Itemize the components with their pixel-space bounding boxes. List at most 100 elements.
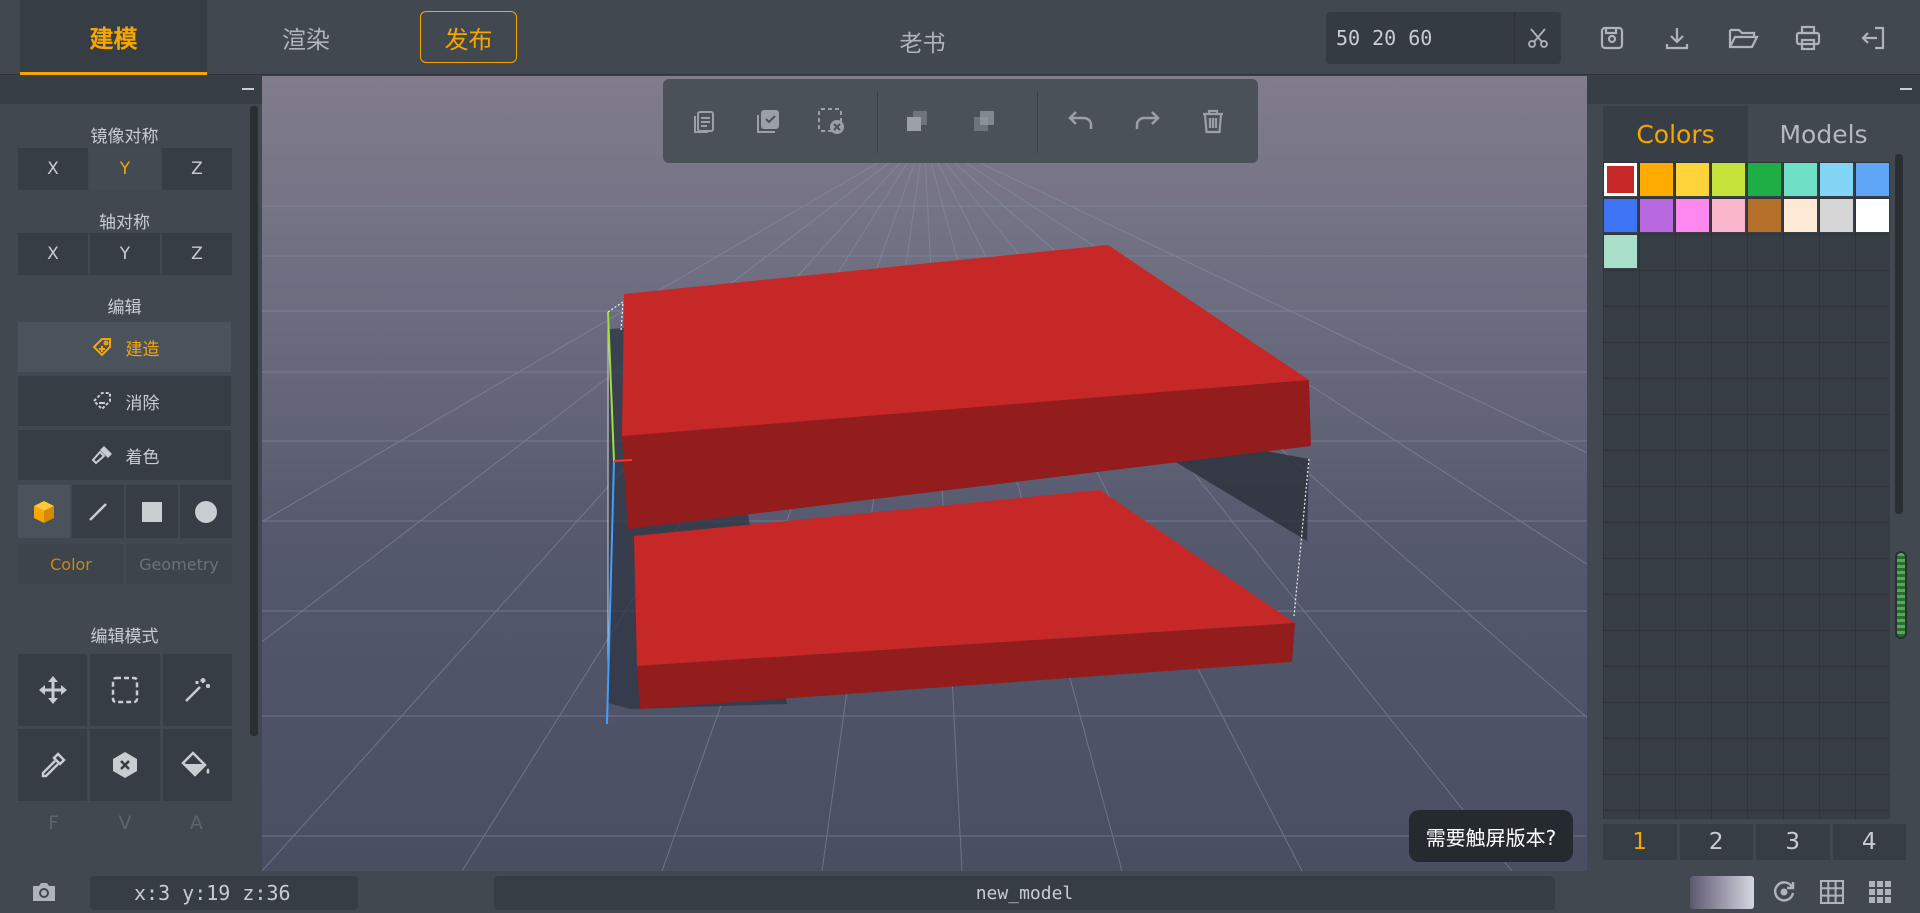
- paste-button[interactable]: [747, 100, 789, 142]
- build-button[interactable]: 建造: [18, 322, 231, 372]
- clear-selection-button[interactable]: [810, 100, 852, 142]
- right-panel-header: [1587, 76, 1920, 104]
- fill-bucket-mode-button[interactable]: [162, 729, 232, 801]
- color-swatch[interactable]: [1640, 163, 1673, 196]
- undo-icon: [1066, 106, 1096, 136]
- copy-button[interactable]: [683, 100, 725, 142]
- redo-icon: [1132, 106, 1162, 136]
- select-box-mode-button[interactable]: [90, 654, 160, 726]
- color-swatch[interactable]: [1640, 199, 1673, 232]
- palette-pages: 1 2 3 4: [1603, 824, 1906, 860]
- tab-render[interactable]: 渲染: [210, 0, 402, 75]
- 3d-viewport[interactable]: 需要触屏版本?: [262, 76, 1587, 871]
- document-title: 老书: [899, 31, 946, 57]
- open-folder-icon[interactable]: [1723, 18, 1763, 58]
- color-swatch[interactable]: [1820, 199, 1853, 232]
- color-swatch[interactable]: [1604, 199, 1637, 232]
- color-swatch[interactable]: [1784, 163, 1817, 196]
- page-button-2[interactable]: 2: [1679, 824, 1753, 860]
- red-model[interactable]: [607, 245, 1311, 709]
- background-color-swatch[interactable]: [1690, 876, 1754, 909]
- bring-front-button[interactable]: [896, 100, 938, 142]
- mirror-z-button[interactable]: Z: [162, 148, 232, 190]
- floor-grid: [262, 135, 1587, 871]
- collapse-icon[interactable]: [242, 88, 254, 90]
- right-scrollbar[interactable]: [1895, 154, 1903, 514]
- color-swatch[interactable]: [1856, 199, 1889, 232]
- color-swatch[interactable]: [1676, 199, 1709, 232]
- cut-button[interactable]: [1514, 12, 1560, 64]
- delete-hex-mode-button[interactable]: [90, 729, 160, 801]
- edit-section-title: 编辑: [107, 298, 142, 318]
- tab-colors[interactable]: Colors: [1603, 106, 1748, 162]
- print-icon[interactable]: [1788, 18, 1828, 58]
- select-box-icon: [110, 675, 140, 705]
- axis-y-button[interactable]: Y: [90, 233, 160, 275]
- fill-bucket-icon: [181, 750, 213, 780]
- eyedropper-mode-button[interactable]: [18, 729, 88, 801]
- color-swatch[interactable]: [1604, 163, 1637, 196]
- left-scrollbar[interactable]: [250, 106, 258, 736]
- color-swatch[interactable]: [1604, 235, 1637, 268]
- save-icon[interactable]: [1592, 18, 1632, 58]
- color-swatch[interactable]: [1712, 163, 1745, 196]
- page-button-1[interactable]: 1: [1603, 824, 1677, 860]
- tab-color[interactable]: Color: [18, 544, 124, 584]
- erase-button[interactable]: 消除: [18, 376, 231, 426]
- send-back-button[interactable]: [963, 100, 1005, 142]
- build-icon: [90, 335, 116, 359]
- cube-shape-button[interactable]: [18, 485, 70, 538]
- line-shape-button[interactable]: [72, 485, 124, 538]
- cube-icon: [31, 499, 57, 525]
- paint-button[interactable]: 着色: [18, 430, 231, 480]
- tab-modeling[interactable]: 建模: [20, 0, 207, 75]
- color-swatch[interactable]: [1712, 199, 1745, 232]
- magic-wand-icon: [182, 675, 212, 705]
- face-toggle[interactable]: F: [18, 812, 89, 834]
- grid-icon[interactable]: [1818, 878, 1846, 906]
- square-shape-button[interactable]: [126, 485, 178, 538]
- axis-z-button[interactable]: Z: [162, 233, 232, 275]
- model-name[interactable]: new_model: [494, 876, 1555, 910]
- publish-button[interactable]: 发布: [420, 11, 517, 63]
- axis-x-button[interactable]: X: [18, 233, 88, 275]
- erase-label: 消除: [125, 393, 160, 414]
- mirror-y-button[interactable]: Y: [90, 148, 160, 190]
- color-swatch[interactable]: [1676, 163, 1709, 196]
- 3d-scene[interactable]: [262, 76, 1587, 871]
- vertex-toggle[interactable]: V: [89, 812, 160, 834]
- page-button-3[interactable]: 3: [1756, 824, 1830, 860]
- move-mode-button[interactable]: [18, 654, 88, 726]
- tab-models[interactable]: Models: [1751, 106, 1896, 162]
- erase-icon: [90, 389, 116, 413]
- exit-icon[interactable]: [1853, 18, 1893, 58]
- color-swatch[interactable]: [1820, 163, 1853, 196]
- color-swatch[interactable]: [1748, 199, 1781, 232]
- touch-version-tip[interactable]: 需要触屏版本?: [1409, 810, 1573, 862]
- dimensions-input[interactable]: [1326, 12, 1510, 64]
- tab-geometry[interactable]: Geometry: [126, 544, 232, 584]
- camera-icon[interactable]: [30, 878, 58, 906]
- color-swatch[interactable]: [1856, 163, 1889, 196]
- magic-wand-mode-button[interactable]: [162, 654, 232, 726]
- collapse-icon[interactable]: [1900, 88, 1912, 90]
- circle-shape-button[interactable]: [180, 485, 232, 538]
- color-palette: [1603, 162, 1890, 819]
- right-slider[interactable]: [1895, 551, 1907, 639]
- subtab-row: Color Geometry: [18, 544, 232, 584]
- undo-button[interactable]: [1060, 100, 1102, 142]
- trash-button[interactable]: [1192, 100, 1234, 142]
- mode-section-title: 编辑模式: [90, 627, 159, 647]
- page-button-4[interactable]: 4: [1832, 824, 1906, 860]
- download-icon[interactable]: [1657, 18, 1697, 58]
- all-toggle[interactable]: A: [161, 812, 232, 834]
- redo-button[interactable]: [1126, 100, 1168, 142]
- color-swatch[interactable]: [1748, 163, 1781, 196]
- left-panel: 镜像对称 X Y Z 轴对称 X Y Z 编辑 建造 消除 着色 Color G…: [0, 76, 262, 871]
- reset-view-icon[interactable]: [1770, 878, 1798, 906]
- color-swatch[interactable]: [1784, 199, 1817, 232]
- top-bar: 建模 渲染 发布 老书: [0, 0, 1920, 75]
- mirror-x-button[interactable]: X: [18, 148, 88, 190]
- grid-dense-icon[interactable]: [1866, 878, 1894, 906]
- paste-icon: [754, 107, 782, 135]
